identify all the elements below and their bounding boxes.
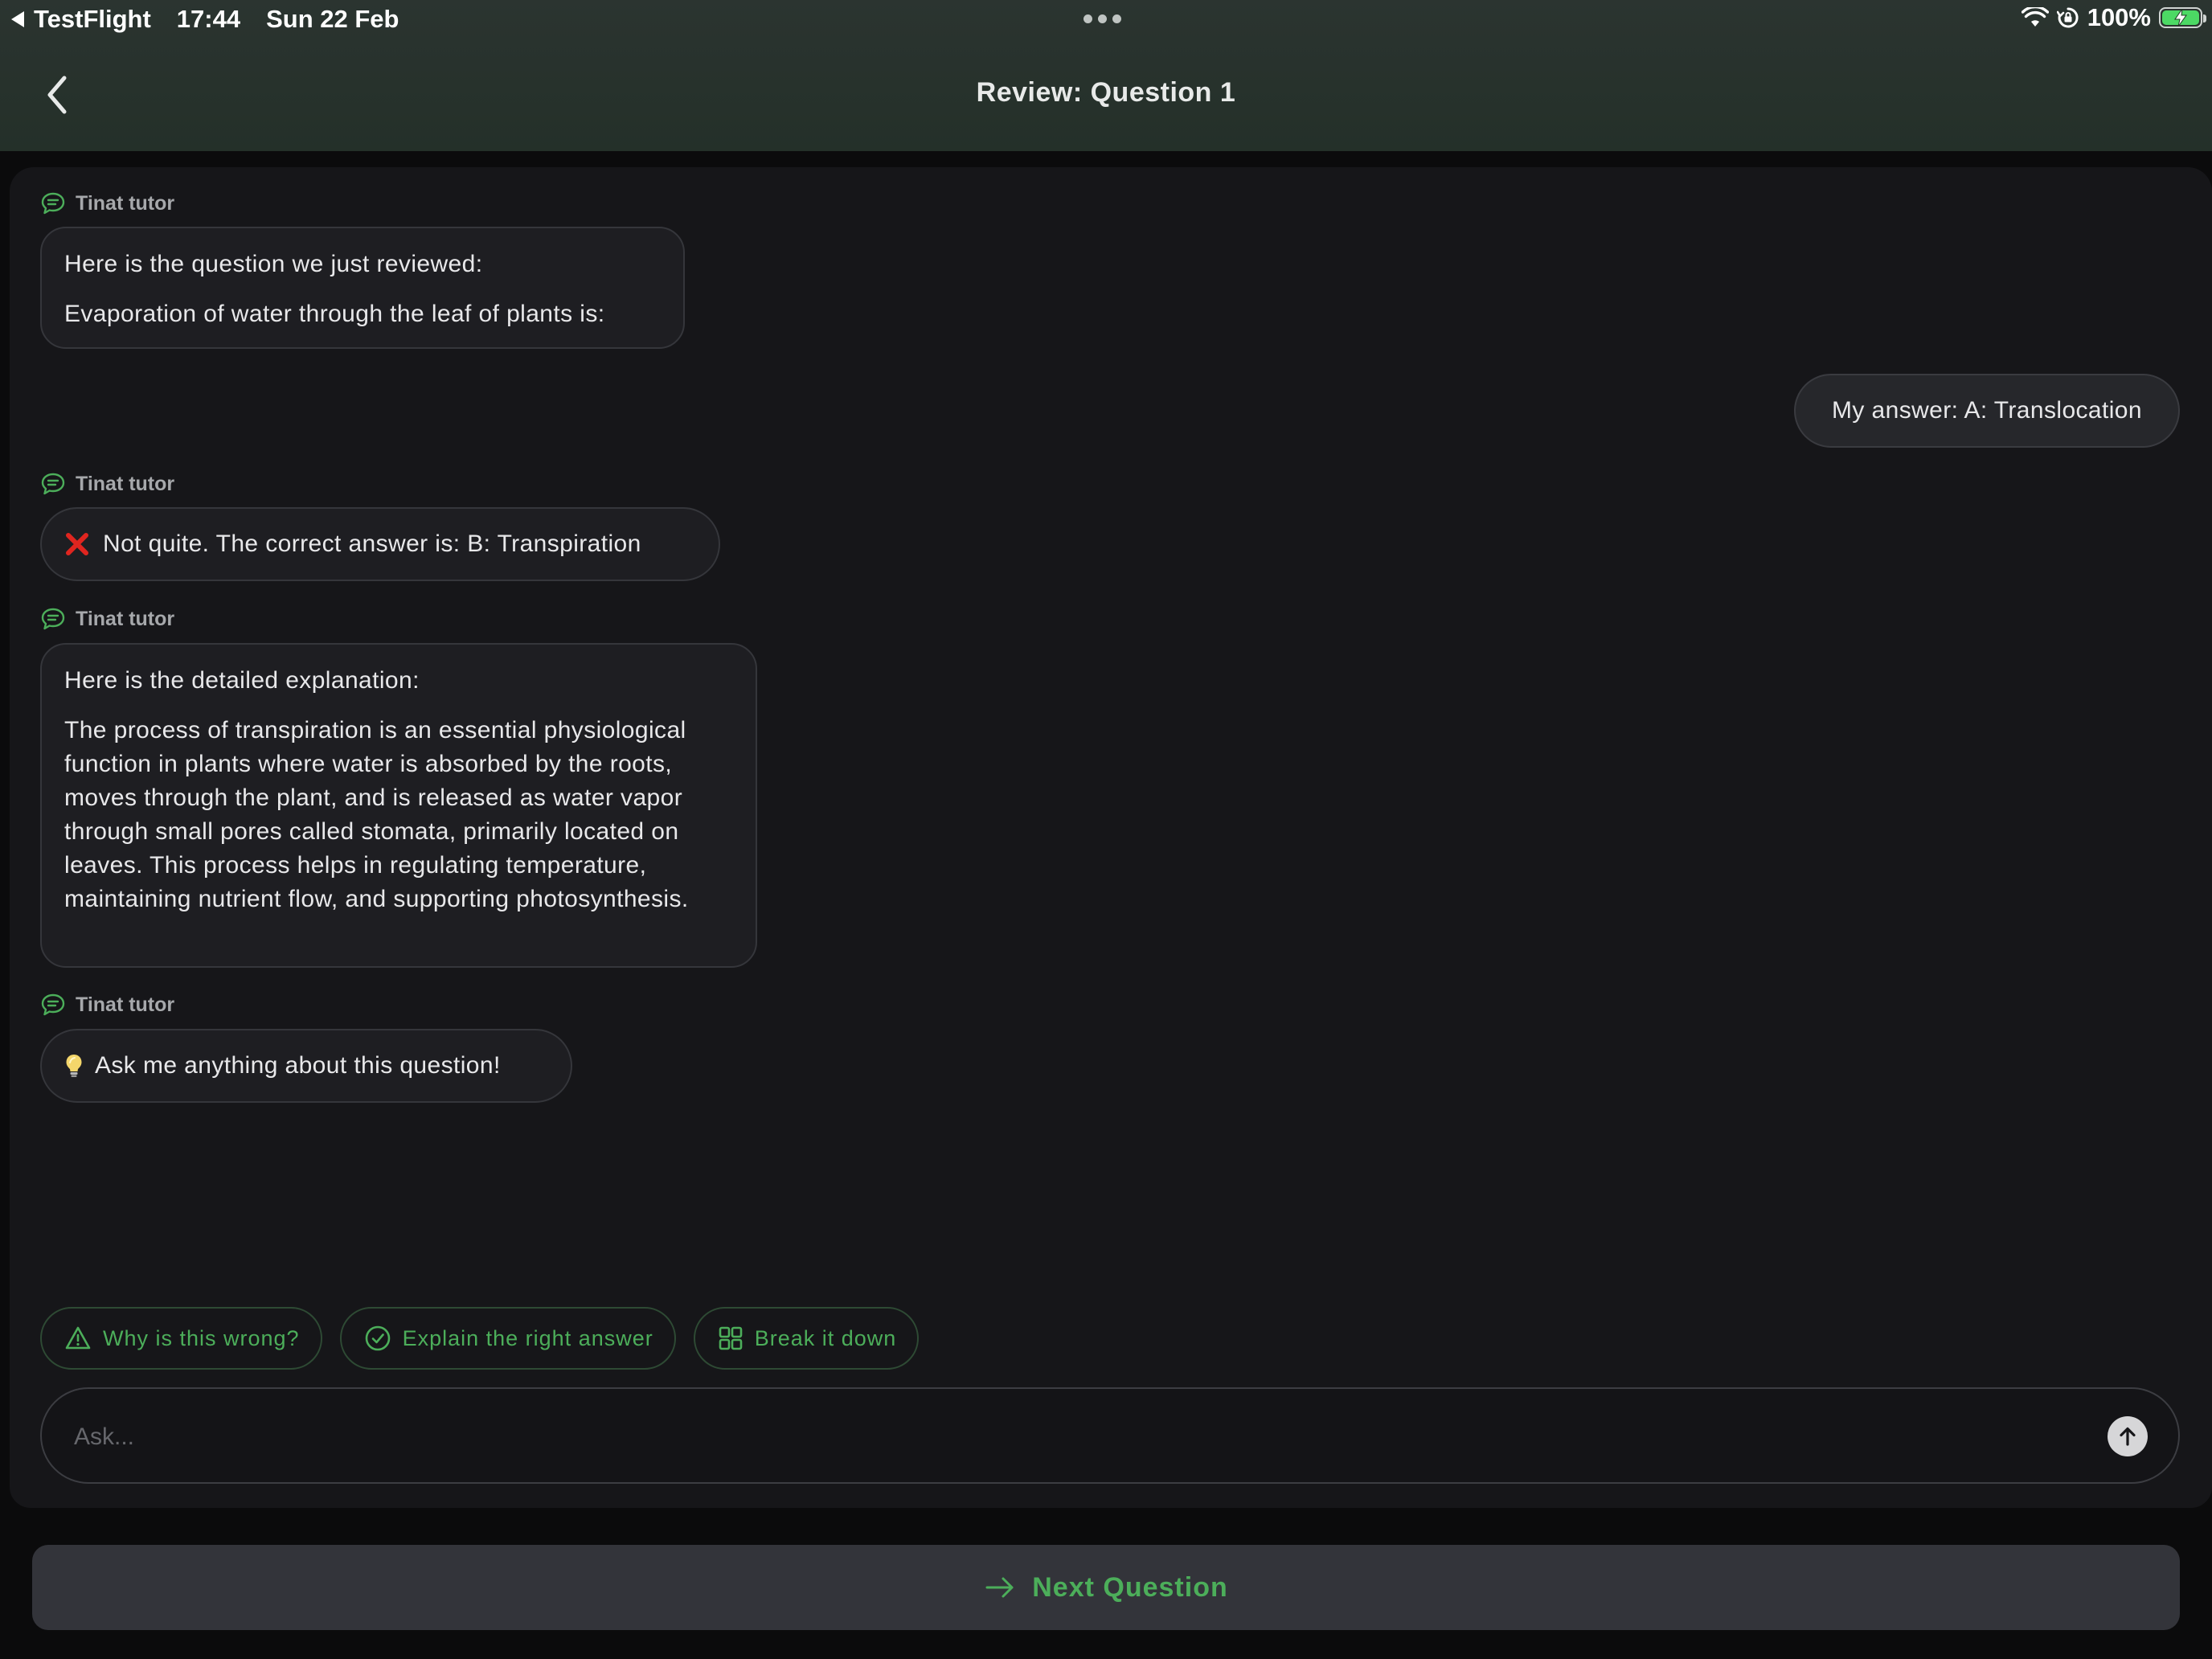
chip-label: Explain the right answer <box>402 1325 653 1350</box>
warning-triangle-icon <box>65 1326 91 1350</box>
message-sender: Tinat tutor <box>40 607 174 631</box>
chat-bubble-icon <box>41 192 65 215</box>
chat-bubble-icon <box>41 608 65 630</box>
back-triangle-icon[interactable] <box>11 11 24 27</box>
message-text: Ask me anything about this question! <box>95 1052 501 1079</box>
sender-name: Tinat tutor <box>76 993 175 1016</box>
status-bar: TestFlight 17:44 Sun 22 Feb 100% <box>0 0 2212 40</box>
message-line: Here is the detailed explanation: <box>64 667 420 694</box>
suggestion-chips: Why is this wrong? Explain the right ans… <box>40 1307 920 1370</box>
status-right: 100% <box>2021 3 2206 32</box>
message-line: Evaporation of water through the leaf of… <box>64 301 605 327</box>
message-line: The process of transpiration is an essen… <box>64 717 689 912</box>
chat-bubble-icon <box>41 993 65 1016</box>
status-app-name[interactable]: TestFlight <box>34 5 151 34</box>
message-sender: Tinat tutor <box>40 191 174 215</box>
user-message-text: My answer: A: Translocation <box>1832 397 2142 424</box>
sender-name: Tinat tutor <box>76 191 175 215</box>
grid-icon <box>719 1326 743 1350</box>
ask-box <box>40 1387 2180 1484</box>
battery-charging-icon <box>2159 7 2206 28</box>
orientation-lock-icon <box>2056 7 2079 28</box>
multitasking-dots[interactable] <box>1083 14 1121 23</box>
chip-label: Break it down <box>754 1325 897 1350</box>
battery-percentage: 100% <box>2087 3 2151 31</box>
status-date: Sun 22 Feb <box>266 5 399 33</box>
lightbulb-icon <box>64 1053 84 1079</box>
check-circle-icon <box>365 1325 390 1351</box>
arrow-right-icon <box>985 1577 1014 1598</box>
app-header: TestFlight 17:44 Sun 22 Feb 100% Review:… <box>0 0 2212 151</box>
chip-break-it-down[interactable]: Break it down <box>693 1307 920 1370</box>
tutor-message: Here is the question we just reviewed: E… <box>40 227 685 349</box>
user-message: My answer: A: Translocation <box>1794 374 2180 448</box>
chip-why-wrong[interactable]: Why is this wrong? <box>40 1307 322 1370</box>
chat-bubble-icon <box>41 473 65 495</box>
message-sender: Tinat tutor <box>40 472 174 496</box>
ask-input[interactable] <box>72 1413 2069 1461</box>
tutor-message: Not quite. The correct answer is: B: Tra… <box>40 507 720 581</box>
message-line: Here is the question we just reviewed: <box>64 251 483 277</box>
chip-explain-right-answer[interactable]: Explain the right answer <box>339 1307 676 1370</box>
arrow-up-icon <box>2120 1427 2136 1446</box>
wifi-icon <box>2021 7 2049 27</box>
message-sender: Tinat tutor <box>40 993 174 1017</box>
chat-panel: Tinat tutor Here is the question we just… <box>10 167 2212 1508</box>
message-text: Not quite. The correct answer is: B: Tra… <box>103 530 641 557</box>
tutor-message: Ask me anything about this question! <box>40 1029 572 1103</box>
sender-name: Tinat tutor <box>76 607 175 630</box>
next-question-button[interactable]: Next Question <box>32 1545 2180 1630</box>
status-left[interactable]: TestFlight 17:44 Sun 22 Feb <box>11 5 399 34</box>
sender-name: Tinat tutor <box>76 472 175 495</box>
red-x-icon <box>64 531 90 557</box>
send-button[interactable] <box>2108 1416 2148 1456</box>
chip-label: Why is this wrong? <box>103 1325 300 1350</box>
next-question-label: Next Question <box>1032 1571 1228 1603</box>
tutor-message: Here is the detailed explanation: The pr… <box>40 643 757 968</box>
status-time: 17:44 <box>176 5 241 33</box>
page-title: Review: Question 1 <box>976 77 1236 108</box>
